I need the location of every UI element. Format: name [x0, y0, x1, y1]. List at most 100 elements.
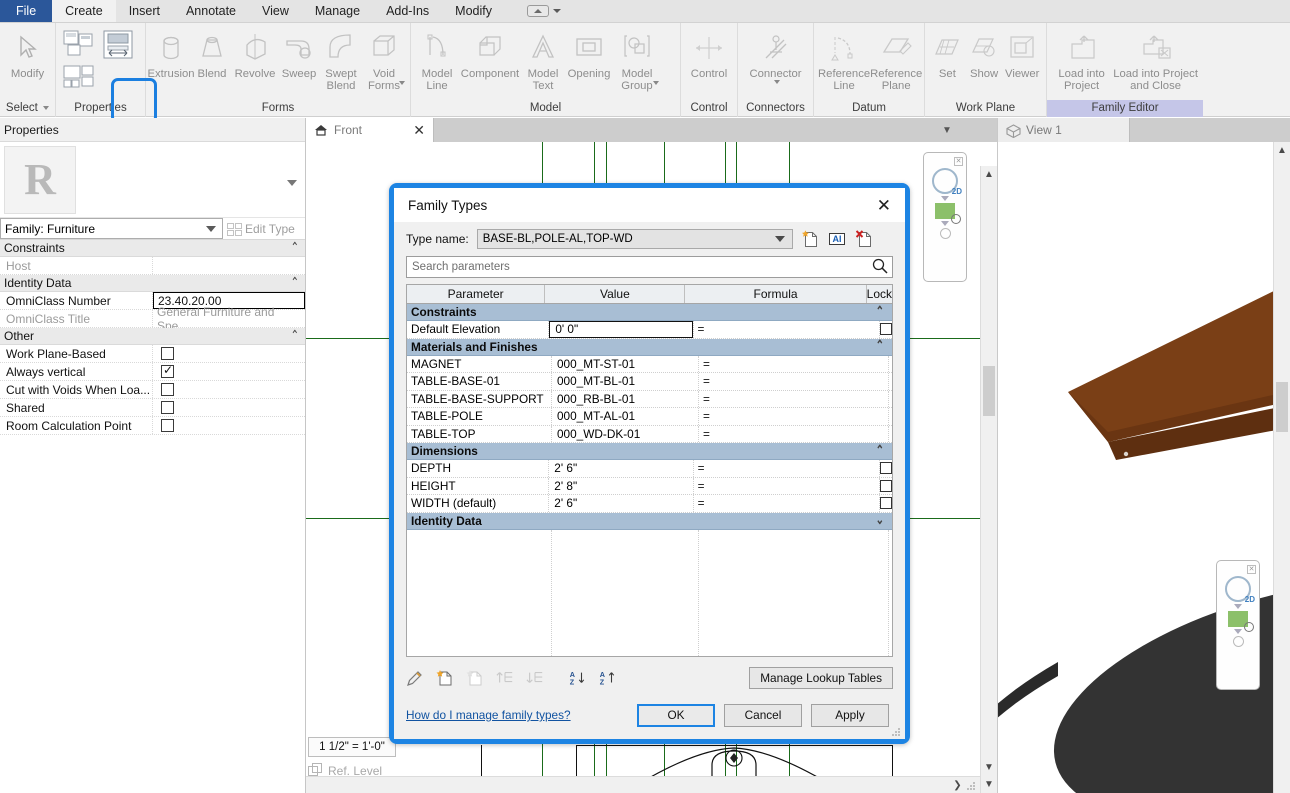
chevron-up-icon[interactable]: ⌃ [291, 240, 299, 255]
chevron-down-icon[interactable] [206, 226, 216, 232]
blend-button[interactable]: Blend [192, 26, 232, 80]
threed-view-canvas[interactable]: ✕ 2D ▲ [998, 142, 1290, 793]
zoom-region-icon[interactable] [935, 203, 955, 219]
ribbon-collapse-icon[interactable] [527, 5, 549, 17]
property-value-cell[interactable] [152, 399, 305, 416]
default-elevation-input[interactable]: 0' 0" [549, 321, 692, 338]
parameter-lock-cell[interactable] [880, 460, 892, 477]
parameter-value[interactable]: 2' 6" [549, 495, 693, 512]
always-vertical-checkbox[interactable] [161, 365, 174, 378]
work-plane-based-checkbox[interactable] [161, 347, 174, 360]
search-parameters-field[interactable]: Search parameters [406, 256, 893, 278]
front-view-vertical-scrollbar[interactable]: ▲ ▼ ▼ [980, 166, 997, 793]
chevron-down-icon[interactable] [1234, 629, 1242, 634]
swept-blend-button[interactable]: Swept Blend [320, 26, 362, 92]
parameter-formula[interactable]: = [699, 373, 889, 390]
chevron-down-icon[interactable] [941, 196, 949, 201]
table-row[interactable]: TABLE-BASE-01 000_MT-BL-01 = [407, 373, 892, 391]
table-row[interactable]: HEIGHT 2' 8" = [407, 478, 892, 496]
zoom-wheel-icon[interactable]: 2D [1225, 576, 1251, 602]
zoom-wheel-icon[interactable]: 2D [932, 168, 958, 194]
chevron-up-icon[interactable]: ⌃ [876, 443, 884, 458]
parameter-formula[interactable]: = [699, 408, 889, 425]
parameter-value[interactable]: 000_MT-BL-01 [552, 373, 699, 390]
scroll-up-arrow[interactable]: ▲ [1274, 142, 1290, 159]
property-group-other[interactable]: Other ⌃ [0, 328, 305, 345]
chevron-up-icon[interactable]: ⌃ [876, 339, 884, 354]
component-button[interactable]: Component [459, 26, 521, 80]
parameter-value[interactable]: 000_MT-AL-01 [552, 408, 699, 425]
parameter-lock-cell[interactable] [880, 478, 892, 495]
edit-type-button[interactable]: Edit Type [223, 218, 305, 239]
connector-button[interactable]: Connector [742, 26, 809, 84]
model-group-button[interactable]: Model Group [613, 26, 661, 85]
table-row[interactable]: DEPTH 2' 6" = [407, 460, 892, 478]
resize-grip-icon[interactable] [891, 726, 901, 736]
tab-modify[interactable]: Modify [442, 0, 505, 22]
search-input[interactable]: Search parameters [412, 261, 872, 273]
table-row[interactable]: Default Elevation 0' 0" = [407, 321, 892, 339]
load-into-project-button[interactable]: Load into Project [1051, 26, 1112, 92]
view-tab-overflow-icon[interactable]: ▼ [938, 121, 956, 139]
scroll-next-arrow[interactable]: ▼ [981, 776, 997, 793]
property-row-work-plane-based[interactable]: Work Plane-Based [0, 345, 305, 363]
shared-checkbox[interactable] [161, 401, 174, 414]
parameter-lock-cell[interactable] [880, 321, 892, 338]
close-icon[interactable]: ✕ [871, 195, 897, 216]
cancel-button[interactable]: Cancel [724, 704, 802, 727]
column-header-value[interactable]: Value [545, 285, 685, 303]
table-row[interactable]: TABLE-TOP 000_WD-DK-01 = [407, 426, 892, 444]
lock-checkbox[interactable] [880, 323, 892, 335]
navigation-wheel-bottom[interactable]: ✕ 2D [1216, 560, 1260, 690]
family-type-selector[interactable]: Family: Furniture [0, 218, 223, 239]
chevron-down-icon[interactable] [287, 180, 297, 186]
tab-view[interactable]: View [249, 0, 302, 22]
property-row-cut-with-voids[interactable]: Cut with Voids When Loa... [0, 381, 305, 399]
tab-file[interactable]: File [0, 0, 52, 22]
cut-with-voids-checkbox[interactable] [161, 383, 174, 396]
property-row-always-vertical[interactable]: Always vertical [0, 363, 305, 381]
sort-descending-icon[interactable]: AZ [598, 669, 616, 687]
threed-view-vertical-scrollbar[interactable]: ▲ [1273, 142, 1290, 793]
scroll-thumb[interactable] [983, 366, 995, 416]
reference-plane-button[interactable]: Reference Plane [870, 26, 922, 92]
lock-checkbox[interactable] [880, 462, 892, 474]
column-header-lock[interactable]: Lock [867, 285, 892, 303]
opening-button[interactable]: Opening [565, 26, 613, 80]
apply-button[interactable]: Apply [811, 704, 889, 727]
chevron-up-icon[interactable]: ⌃ [291, 328, 299, 343]
close-icon[interactable]: ✕ [413, 123, 425, 137]
lock-checkbox[interactable] [880, 480, 892, 492]
parameter-group-constraints[interactable]: Constraints ⌃ [407, 304, 892, 321]
ribbon-minimize-control[interactable] [527, 0, 561, 22]
show-workplane-button[interactable]: Show [966, 26, 1003, 80]
column-header-formula[interactable]: Formula [685, 285, 866, 303]
column-header-parameter[interactable]: Parameter [407, 285, 545, 303]
reference-line-button[interactable]: Reference Line [818, 26, 870, 92]
parameter-formula[interactable]: = [699, 426, 889, 443]
pan-icon[interactable] [1233, 636, 1244, 647]
property-group-identity-data[interactable]: Identity Data ⌃ [0, 275, 305, 292]
table-row[interactable]: TABLE-POLE 000_MT-AL-01 = [407, 408, 892, 426]
parameter-formula[interactable]: = [694, 495, 880, 512]
scroll-up-arrow[interactable]: ▲ [981, 166, 997, 183]
navigation-wheel-top[interactable]: ✕ 2D [923, 152, 967, 282]
parameter-formula[interactable]: = [694, 478, 880, 495]
new-parameter-icon[interactable] [436, 669, 454, 687]
parameter-value[interactable]: 000_WD-DK-01 [552, 426, 699, 443]
chevron-down-icon[interactable] [653, 81, 659, 85]
chevron-down-icon[interactable] [43, 106, 49, 110]
modify-button[interactable]: Modify [4, 26, 51, 80]
chevron-down-icon[interactable] [775, 236, 785, 242]
property-value-cell[interactable] [152, 417, 305, 434]
tab-insert[interactable]: Insert [116, 0, 173, 22]
table-row[interactable]: MAGNET 000_MT-ST-01 = [407, 356, 892, 374]
set-workplane-button[interactable]: Set [929, 26, 966, 80]
scroll-thumb[interactable] [1276, 382, 1288, 432]
parameter-formula[interactable]: = [694, 321, 880, 338]
table-row[interactable]: TABLE-BASE-SUPPORT 000_RB-BL-01 = [407, 391, 892, 409]
property-value-cell[interactable] [152, 345, 305, 362]
parameter-formula[interactable]: = [699, 356, 889, 373]
chevron-down-icon[interactable] [774, 80, 780, 84]
parameter-formula[interactable]: = [694, 460, 880, 477]
